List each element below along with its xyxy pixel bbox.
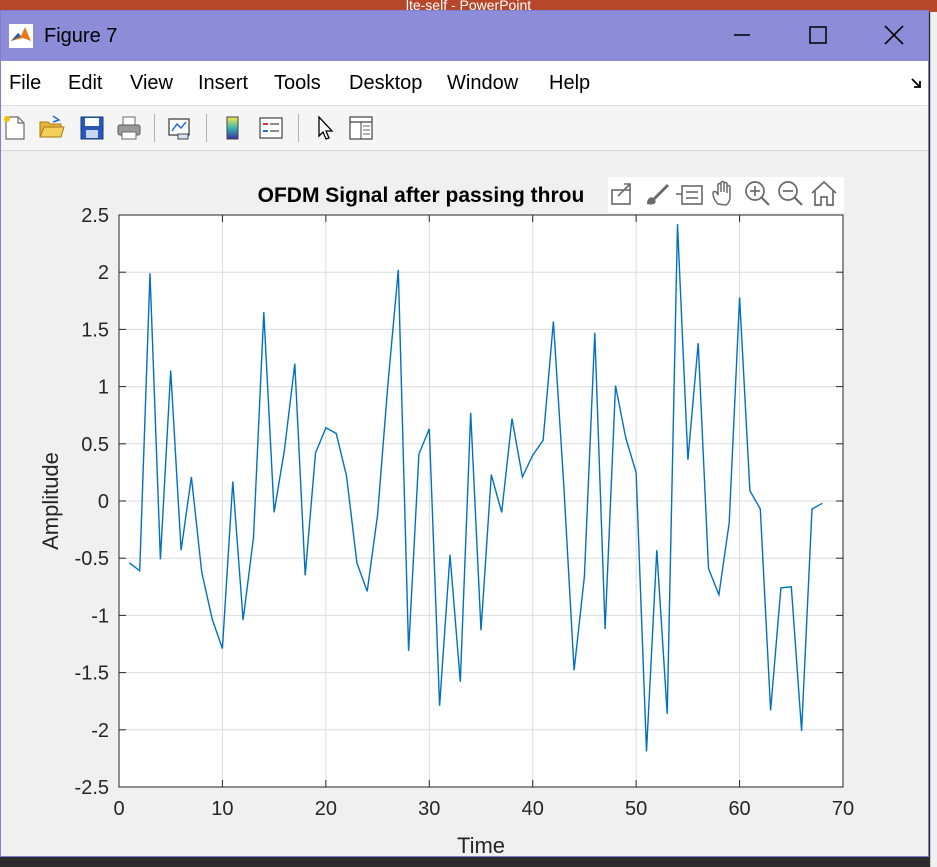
close-icon (884, 25, 904, 45)
y-tick-label: -2 (91, 720, 109, 742)
menu-bar: File Edit View Insert Tools Desktop Wind… (1, 61, 928, 106)
chart-title: OFDM Signal after passing throu (258, 184, 585, 207)
y-tick-label: 2.5 (81, 205, 109, 227)
menu-tools[interactable]: Tools (274, 71, 321, 95)
figure-canvas[interactable]: 2.5 2 1.5 1 0.5 0 -0.5 -1 -1.5 -2 -2.5 0 10 20 30 40 50… (1, 151, 929, 857)
line-plot[interactable]: 2.5 2 1.5 1 0.5 0 -0.5 -1 -1.5 -2 -2.5 0 10 20 30 40 50… (1, 151, 929, 857)
y-tick-label: -1 (91, 605, 109, 627)
y-tick-label: 1 (98, 377, 109, 399)
title-bar[interactable]: Figure 7 (1, 11, 928, 61)
x-tick-label: 30 (418, 798, 440, 820)
minimize-button[interactable] (704, 11, 780, 59)
y-axis-label: Amplitude (38, 452, 63, 550)
y-tick-label: -0.5 (75, 548, 109, 570)
menu-desktop[interactable]: Desktop (349, 71, 422, 95)
axes-toolbar (608, 177, 844, 213)
figure-toolbar (1, 106, 928, 151)
x-tick-label: 20 (315, 798, 337, 820)
x-tick-label: 70 (832, 798, 854, 820)
print-icon[interactable] (115, 114, 143, 142)
x-tick-label: 50 (625, 798, 647, 820)
window-title: Figure 7 (44, 25, 118, 47)
menu-insert[interactable]: Insert (198, 71, 248, 95)
close-button[interactable] (856, 11, 928, 59)
menu-file[interactable]: File (9, 71, 41, 95)
y-tick-labels: 2.5 2 1.5 1 0.5 0 -0.5 -1 -1.5 -2 -2.5 (75, 205, 109, 799)
menu-window[interactable]: Window (447, 71, 518, 95)
x-tick-label: 10 (211, 798, 233, 820)
y-tick-label: 0 (98, 491, 109, 513)
x-tick-label: 0 (113, 798, 124, 820)
menu-view[interactable]: View (130, 71, 173, 95)
x-tick-labels: 0 10 20 30 40 50 60 70 (113, 798, 854, 820)
figure-window: Figure 7 File Edit View Insert Tools Des… (0, 10, 929, 857)
new-figure-icon[interactable] (1, 114, 29, 142)
save-icon[interactable] (78, 114, 106, 142)
y-tick-label: -1.5 (75, 663, 109, 685)
x-tick-label: 40 (522, 798, 544, 820)
x-tick-label: 60 (728, 798, 750, 820)
y-tick-label: 0.5 (81, 434, 109, 456)
toolbar-separator (298, 114, 299, 142)
background-window-edge (930, 12, 937, 867)
minimize-icon (734, 34, 750, 36)
maximize-button[interactable] (780, 11, 856, 59)
y-tick-label: 2 (98, 262, 109, 284)
open-file-icon[interactable] (37, 114, 65, 142)
link-plot-icon[interactable] (166, 114, 194, 142)
y-tick-label: 1.5 (81, 319, 109, 341)
legend-icon[interactable] (257, 114, 285, 142)
toolbar-separator (154, 114, 155, 142)
toolbar-separator (206, 114, 207, 142)
matlab-icon (9, 24, 33, 48)
maximize-icon (809, 26, 827, 44)
y-tick-label: -2.5 (75, 777, 109, 799)
colorbar-icon[interactable] (219, 114, 247, 142)
dock-arrow-icon[interactable] (909, 75, 925, 91)
property-inspector-icon[interactable] (347, 114, 375, 142)
menu-edit[interactable]: Edit (68, 71, 102, 95)
menu-help[interactable]: Help (549, 71, 590, 95)
x-axis-label: Time (457, 833, 505, 857)
edit-plot-icon[interactable] (311, 114, 339, 142)
